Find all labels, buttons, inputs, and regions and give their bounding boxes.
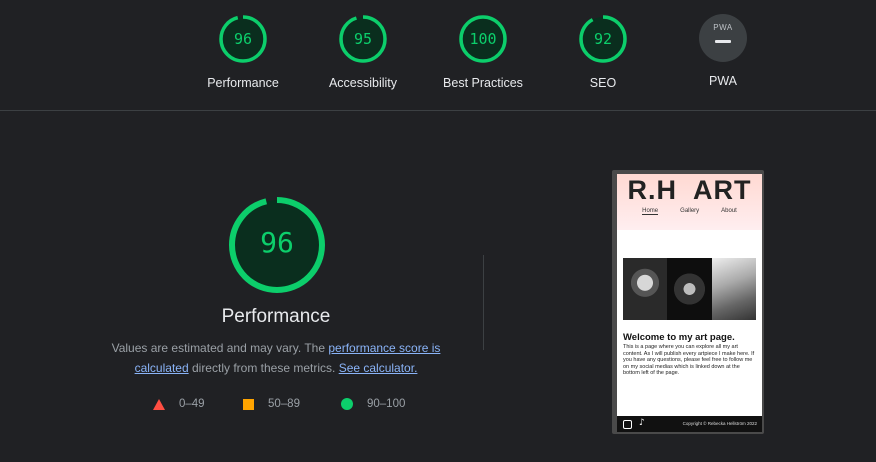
performance-label: Performance	[207, 76, 279, 90]
site-nav: Home Gallery About	[617, 208, 762, 215]
legend-pass-range: 90–100	[367, 398, 406, 410]
pwa-badge-text: PWA	[713, 23, 733, 32]
pwa-label: PWA	[708, 74, 737, 88]
green-circle-icon	[341, 398, 353, 410]
desc-middle: directly from these metrics.	[188, 361, 339, 375]
accessibility-label: Accessibility	[328, 76, 398, 90]
legend-fail: 0–49	[153, 398, 205, 410]
legend-average: 50–89	[243, 398, 300, 410]
site-footer: ♪ Copyright © Rebecka Hellström 2022	[617, 416, 762, 432]
category-scores-bar: 96 Performance 95 Accessibility 100 Best…	[0, 0, 876, 111]
artwork-portrait-image	[623, 258, 668, 320]
final-screenshot: R.H ART Home Gallery About Welcome to my…	[617, 174, 762, 432]
gauge-performance[interactable]: 96 Performance	[188, 14, 298, 90]
gauge-accessibility[interactable]: 95 Accessibility	[308, 14, 418, 90]
legend-fail-range: 0–49	[179, 398, 205, 410]
legend-pass: 90–100	[341, 398, 405, 410]
pwa-badge-icon: PWA	[699, 14, 747, 62]
seo-label: SEO	[589, 76, 617, 90]
gauge-pwa[interactable]: PWA PWA	[668, 14, 778, 88]
best-practices-label: Best Practices	[443, 76, 523, 90]
site-title: R.H ART	[627, 175, 752, 205]
legend-average-range: 50–89	[268, 398, 300, 410]
seo-score: 92	[593, 30, 613, 48]
site-welcome-text: This is a page where you can explore all…	[623, 344, 755, 377]
site-welcome-heading: Welcome to my art page.	[623, 332, 735, 343]
tiktok-icon: ♪	[639, 418, 645, 428]
performance-score: 96	[233, 30, 253, 48]
site-nav-gallery: Gallery	[680, 208, 700, 214]
vertical-divider	[483, 255, 484, 350]
see-calculator-link[interactable]: See calculator.	[339, 361, 418, 375]
site-nav-home: Home	[642, 208, 659, 215]
gauge-best-practices[interactable]: 100 Best Practices	[428, 14, 538, 90]
score-description: Values are estimated and may vary. The p…	[100, 338, 452, 378]
site-copyright: Copyright © Rebecka Hellström 2022	[682, 421, 757, 426]
site-nav-about: About	[721, 208, 737, 214]
artwork-dog-image	[667, 258, 712, 320]
best-practices-score: 100	[469, 30, 497, 48]
site-artwork-images	[623, 258, 756, 320]
accessibility-score: 95	[353, 30, 373, 48]
main-performance-score: 96	[260, 226, 294, 259]
red-triangle-icon	[153, 398, 165, 410]
site-header: R.H ART Home Gallery About	[617, 174, 762, 230]
pwa-dash-icon	[715, 40, 731, 43]
instagram-icon	[623, 420, 632, 429]
gauge-seo[interactable]: 92 SEO	[548, 14, 658, 90]
desc-prefix: Values are estimated and may vary. The	[111, 341, 329, 355]
main-performance-title: Performance	[221, 306, 331, 327]
artwork-swan-image	[711, 258, 756, 320]
orange-square-icon	[243, 398, 254, 410]
